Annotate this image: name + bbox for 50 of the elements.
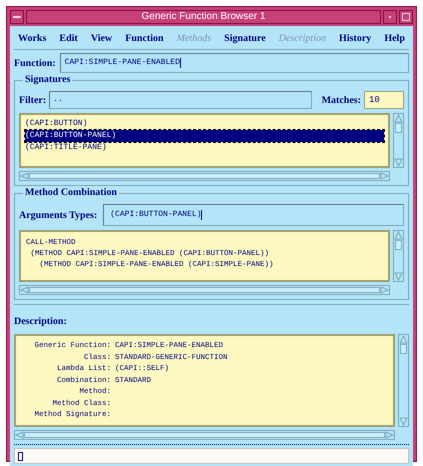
minimize-button[interactable] xyxy=(383,10,397,24)
menu-item[interactable]: History xyxy=(339,31,372,46)
left-arrow-icon[interactable] xyxy=(20,172,29,180)
right-arrow-icon[interactable] xyxy=(380,172,389,180)
right-arrow-icon[interactable] xyxy=(380,286,389,294)
vertical-scrollbar[interactable] xyxy=(393,113,404,168)
list-row[interactable]: (CAPI:BUTTON) xyxy=(25,118,384,130)
left-arrow-icon[interactable] xyxy=(15,431,24,439)
menu-item[interactable]: Function xyxy=(125,31,164,46)
up-arrow-icon[interactable] xyxy=(394,114,403,123)
scroll-thumb[interactable] xyxy=(400,344,407,354)
horizontal-scrollbar[interactable] xyxy=(19,285,390,295)
matches-field: 10 xyxy=(364,91,404,109)
function-field[interactable]: CAPI:SIMPLE-PANE-ENABLED xyxy=(60,53,409,73)
left-arrow-icon[interactable] xyxy=(20,286,29,294)
command-field[interactable] xyxy=(14,448,409,464)
down-arrow-icon[interactable] xyxy=(394,272,403,281)
filter-label: Filter: xyxy=(19,94,46,108)
right-arrow-icon[interactable] xyxy=(385,431,394,439)
menu-item[interactable]: Edit xyxy=(59,31,78,46)
scroll-thumb[interactable] xyxy=(24,432,385,438)
menu-item[interactable]: View xyxy=(90,31,112,46)
description-label: Description: xyxy=(14,316,67,327)
menu-item[interactable]: Signature xyxy=(224,31,266,46)
up-arrow-icon[interactable] xyxy=(399,335,408,344)
list-row[interactable]: (CAPI:BUTTON-PANEL) xyxy=(25,130,384,142)
horizontal-scrollbar[interactable] xyxy=(14,430,395,440)
menu-item[interactable]: Works xyxy=(18,31,46,46)
filter-field[interactable]: .. xyxy=(49,91,312,109)
list-row[interactable]: (CAPI:TITLE-PANE) xyxy=(25,142,384,154)
scroll-thumb[interactable] xyxy=(395,240,402,250)
vertical-scrollbar[interactable] xyxy=(393,230,404,282)
horizontal-scrollbar[interactable] xyxy=(19,171,390,181)
scroll-thumb[interactable] xyxy=(29,173,380,179)
window-menu-button[interactable] xyxy=(10,10,24,24)
arguments-types-label: Arguments Types: xyxy=(19,208,98,222)
vertical-scrollbar[interactable] xyxy=(398,334,409,427)
text-cursor xyxy=(18,452,23,460)
window-title: Generic Function Browser 1 xyxy=(26,10,381,24)
matches-label: Matches: xyxy=(322,94,361,108)
menu-item[interactable]: Help xyxy=(384,31,405,46)
maximize-button[interactable] xyxy=(399,10,413,24)
arguments-types-field[interactable]: (CAPI:BUTTON-PANEL) xyxy=(103,204,404,226)
down-arrow-icon[interactable] xyxy=(394,158,403,167)
group-title: Signatures xyxy=(23,74,72,86)
function-label: Function: xyxy=(14,56,56,70)
up-arrow-icon[interactable] xyxy=(394,231,403,240)
scroll-thumb[interactable] xyxy=(395,123,402,133)
down-arrow-icon[interactable] xyxy=(399,417,408,426)
scroll-thumb[interactable] xyxy=(29,287,380,293)
